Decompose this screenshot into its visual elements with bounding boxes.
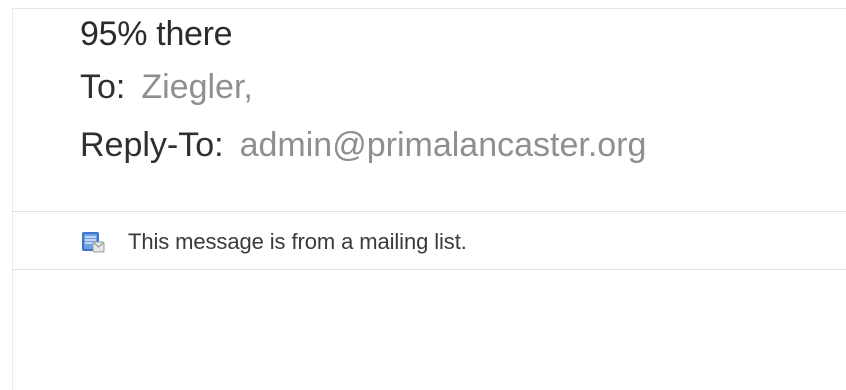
mailing-list-icon — [80, 229, 106, 255]
reply-to-row: Reply-To: admin@primalancaster.org — [80, 116, 846, 174]
mailing-list-banner: This message is from a mailing list. — [80, 228, 467, 256]
message-header-pane: 95% there To: Ziegler, Reply-To: admin@pri… — [0, 0, 846, 390]
to-label: To: — [80, 68, 126, 106]
message-header: 95% there To: Ziegler, Reply-To: admin@pri… — [80, 10, 846, 174]
message-subject: 95% there — [80, 15, 233, 53]
header-divider — [12, 211, 846, 212]
reply-to-address[interactable]: admin@primalancaster.org — [240, 126, 647, 164]
top-border — [12, 8, 846, 9]
left-border — [12, 8, 13, 390]
reply-to-label: Reply-To: — [80, 126, 224, 164]
banner-divider — [12, 269, 846, 270]
mailing-list-notice: This message is from a mailing list. — [128, 229, 467, 254]
to-recipient[interactable]: Ziegler, — [141, 68, 253, 106]
to-row: To: Ziegler, — [80, 58, 846, 116]
